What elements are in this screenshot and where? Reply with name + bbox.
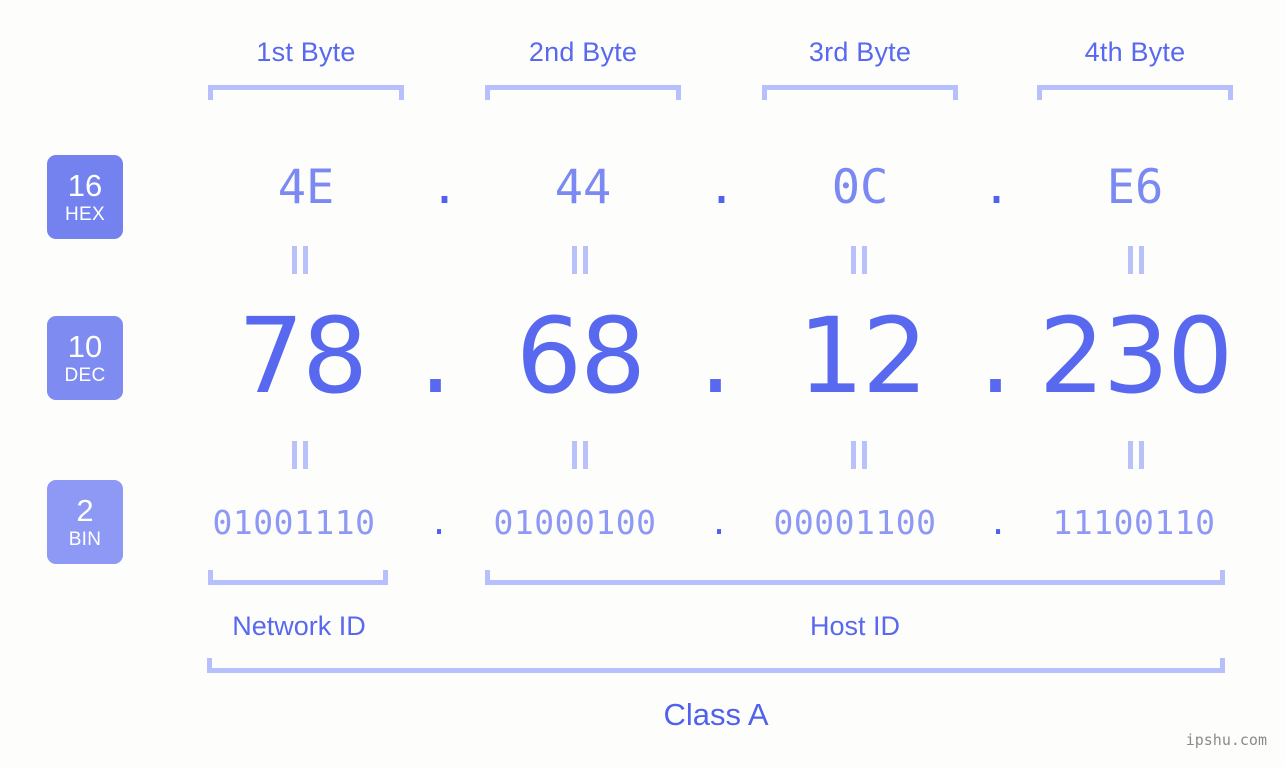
hex-byte-2: 44 [554,160,612,215]
equivalence-mark-dec-bin-3 [850,441,869,469]
hex-byte-3: 0C [831,160,889,215]
base-badge-hex-name: HEX [65,204,105,225]
byte-header-label-4: 4th Byte [1084,37,1186,67]
base-badge-bin: 2 BIN [47,480,123,564]
equivalence-mark-hex-dec-3 [850,246,869,274]
ip-breakdown-diagram: 1st Byte 2nd Byte 3rd Byte 4th Byte 16 H… [0,0,1285,767]
dec-byte-3: 12 [797,295,928,417]
bin-byte-4: 11100110 [1052,503,1216,542]
base-badge-hex: 16 HEX [47,155,123,239]
dec-separator-1: . [418,295,453,417]
byte-header-label-2: 2nd Byte [528,37,638,67]
equivalence-mark-dec-bin-2 [571,441,590,469]
dec-byte-4: 230 [1038,295,1234,417]
equivalence-mark-hex-dec-4 [1127,246,1146,274]
equivalence-mark-hex-dec-2 [571,246,590,274]
base-badge-dec-number: 10 [67,329,103,364]
ip-class-label: Class A [663,697,769,732]
byte-bracket-3 [762,85,958,100]
host-id-label: Host ID [809,611,901,641]
bin-byte-2: 01000100 [493,503,657,542]
byte-bracket-1 [208,85,404,100]
byte-bracket-4 [1037,85,1233,100]
dec-byte-1: 78 [237,295,368,417]
hex-byte-1: 4E [277,160,335,215]
base-badge-hex-number: 16 [67,168,103,203]
equivalence-mark-hex-dec-1 [291,246,310,274]
base-badge-dec: 10 DEC [47,316,123,400]
byte-header-label-3: 3rd Byte [808,37,912,67]
equivalence-mark-dec-bin-4 [1127,441,1146,469]
host-id-bracket [485,570,1225,585]
base-badge-bin-name: BIN [68,529,102,550]
dec-byte-2: 68 [515,295,646,417]
dec-separator-2: . [698,295,733,417]
hex-separator-3: . [982,160,1011,215]
base-badge-dec-name: DEC [64,365,106,386]
hex-separator-1: . [430,160,459,215]
base-badge-bin-number: 2 [76,493,94,528]
ip-class-bracket [207,658,1225,673]
byte-bracket-2 [485,85,681,100]
byte-header-label-1: 1st Byte [256,37,356,67]
bin-separator-3: . [988,503,1008,542]
equivalence-mark-dec-bin-1 [291,441,310,469]
hex-separator-2: . [707,160,736,215]
bin-byte-1: 01001110 [212,503,376,542]
dec-separator-3: . [978,295,1013,417]
bin-byte-3: 00001100 [773,503,937,542]
hex-byte-4: E6 [1106,160,1164,215]
network-id-label: Network ID [232,611,366,641]
bin-separator-2: . [709,503,729,542]
network-id-bracket [208,570,388,585]
bin-separator-1: . [429,503,449,542]
site-watermark: ipshu.com [1185,731,1267,749]
